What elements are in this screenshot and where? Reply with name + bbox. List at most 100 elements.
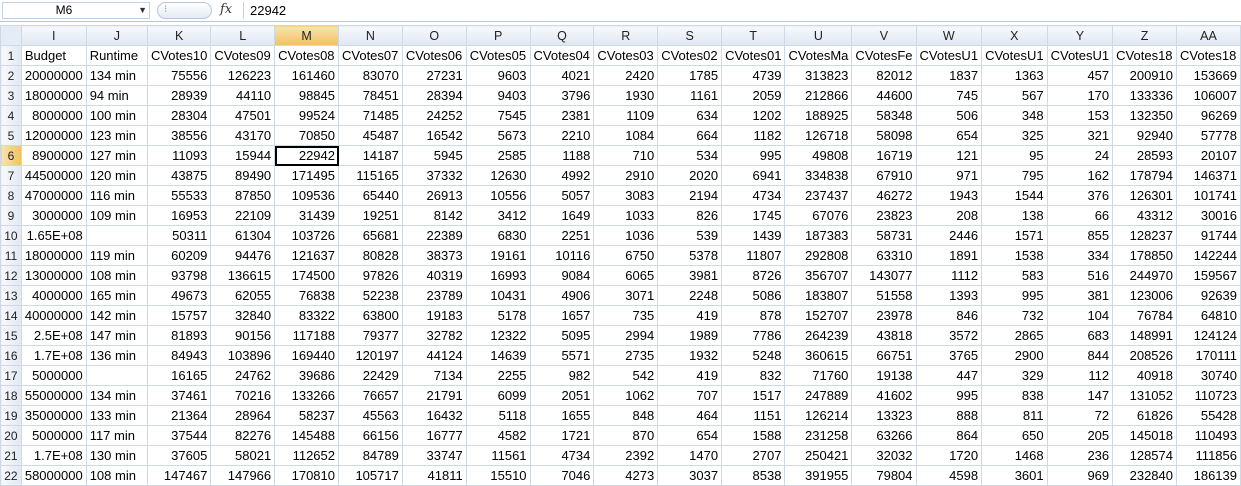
cell-i11[interactable]: 18000000 xyxy=(20,245,87,266)
cell-y1[interactable]: CVotesU1 xyxy=(1046,45,1114,66)
cell-p18[interactable]: 6099 xyxy=(465,385,531,406)
cell-j19[interactable]: 133 min xyxy=(85,405,148,426)
cell-t18[interactable]: 1517 xyxy=(721,385,786,406)
cell-k2[interactable]: 75556 xyxy=(146,65,212,86)
cell-aa4[interactable]: 96269 xyxy=(1176,105,1241,126)
cell-x19[interactable]: 811 xyxy=(981,405,1048,426)
cell-w6[interactable]: 121 xyxy=(915,145,983,166)
cell-s3[interactable]: 1161 xyxy=(657,85,723,106)
cell-u1[interactable]: CVotesMa xyxy=(784,45,853,66)
cell-w10[interactable]: 2446 xyxy=(915,225,983,246)
cell-y19[interactable]: 72 xyxy=(1046,405,1114,426)
cell-y11[interactable]: 334 xyxy=(1046,245,1114,266)
cell-z20[interactable]: 145018 xyxy=(1112,425,1177,446)
cell-r22[interactable]: 4273 xyxy=(593,465,659,486)
cell-m11[interactable]: 121637 xyxy=(274,245,339,266)
cell-l9[interactable]: 22109 xyxy=(210,205,276,226)
column-header-p[interactable]: P xyxy=(465,25,531,46)
cell-n16[interactable]: 120197 xyxy=(338,345,403,366)
cell-k11[interactable]: 60209 xyxy=(146,245,212,266)
cell-n10[interactable]: 65681 xyxy=(338,225,403,246)
select-all-corner[interactable] xyxy=(0,25,22,46)
cell-t16[interactable]: 5248 xyxy=(721,345,786,366)
cell-i15[interactable]: 2.5E+08 xyxy=(20,325,87,346)
cell-m18[interactable]: 133266 xyxy=(274,385,339,406)
column-header-r[interactable]: R xyxy=(593,25,659,46)
cell-l17[interactable]: 24762 xyxy=(210,365,276,386)
cell-p14[interactable]: 5178 xyxy=(465,305,531,326)
cell-s13[interactable]: 2248 xyxy=(657,285,723,306)
cell-z6[interactable]: 28593 xyxy=(1112,145,1177,166)
cell-n20[interactable]: 66156 xyxy=(338,425,403,446)
row-header[interactable]: 4 xyxy=(0,105,22,126)
cell-l13[interactable]: 62055 xyxy=(210,285,276,306)
cell-q7[interactable]: 4992 xyxy=(529,165,595,186)
cell-o11[interactable]: 38373 xyxy=(401,245,467,266)
cell-n17[interactable]: 22429 xyxy=(338,365,403,386)
cell-p5[interactable]: 5673 xyxy=(465,125,531,146)
chevron-down-icon[interactable]: ▼ xyxy=(138,3,147,18)
cell-t14[interactable]: 878 xyxy=(721,305,786,326)
cell-w16[interactable]: 3765 xyxy=(915,345,983,366)
cell-j5[interactable]: 123 min xyxy=(85,125,148,146)
cell-l16[interactable]: 103896 xyxy=(210,345,276,366)
cell-aa16[interactable]: 170111 xyxy=(1176,345,1241,366)
cell-j20[interactable]: 117 min xyxy=(85,425,148,446)
cell-o17[interactable]: 7134 xyxy=(401,365,467,386)
cell-aa5[interactable]: 57778 xyxy=(1176,125,1241,146)
cell-r5[interactable]: 1084 xyxy=(593,125,659,146)
cell-v3[interactable]: 44600 xyxy=(851,85,917,106)
cell-n5[interactable]: 45487 xyxy=(338,125,403,146)
cell-m21[interactable]: 112652 xyxy=(274,445,339,466)
cell-w12[interactable]: 1112 xyxy=(915,265,983,286)
cell-r12[interactable]: 6065 xyxy=(593,265,659,286)
cell-v1[interactable]: CVotesFe xyxy=(851,45,917,66)
column-header-q[interactable]: Q xyxy=(529,25,595,46)
cell-w13[interactable]: 1393 xyxy=(915,285,983,306)
cell-z9[interactable]: 43312 xyxy=(1112,205,1177,226)
cell-j10[interactable] xyxy=(85,225,148,246)
cell-k20[interactable]: 37544 xyxy=(146,425,212,446)
cell-i14[interactable]: 40000000 xyxy=(20,305,87,326)
column-header-v[interactable]: V xyxy=(851,25,917,46)
cell-z21[interactable]: 128574 xyxy=(1112,445,1177,466)
cell-p19[interactable]: 5118 xyxy=(465,405,531,426)
column-header-z[interactable]: Z xyxy=(1112,25,1177,46)
cell-u18[interactable]: 247889 xyxy=(784,385,853,406)
cell-q5[interactable]: 2210 xyxy=(529,125,595,146)
cell-n19[interactable]: 45563 xyxy=(338,405,403,426)
cell-x4[interactable]: 348 xyxy=(981,105,1048,126)
cell-x7[interactable]: 795 xyxy=(981,165,1048,186)
cell-n12[interactable]: 97826 xyxy=(338,265,403,286)
column-header-u[interactable]: U xyxy=(784,25,853,46)
cell-k13[interactable]: 49673 xyxy=(146,285,212,306)
cell-n3[interactable]: 78451 xyxy=(338,85,403,106)
cell-y4[interactable]: 153 xyxy=(1046,105,1114,126)
cell-n15[interactable]: 79377 xyxy=(338,325,403,346)
cell-l4[interactable]: 47501 xyxy=(210,105,276,126)
cell-aa17[interactable]: 30740 xyxy=(1176,365,1241,386)
cell-q6[interactable]: 1188 xyxy=(529,145,595,166)
cell-l7[interactable]: 89490 xyxy=(210,165,276,186)
cell-n11[interactable]: 80828 xyxy=(338,245,403,266)
cell-v10[interactable]: 58731 xyxy=(851,225,917,246)
cell-v16[interactable]: 66751 xyxy=(851,345,917,366)
cell-m19[interactable]: 58237 xyxy=(274,405,339,426)
cell-s7[interactable]: 2020 xyxy=(657,165,723,186)
cell-j16[interactable]: 136 min xyxy=(85,345,148,366)
column-header-m[interactable]: M xyxy=(274,25,339,46)
cell-k4[interactable]: 28304 xyxy=(146,105,212,126)
cell-s5[interactable]: 664 xyxy=(657,125,723,146)
cell-y9[interactable]: 66 xyxy=(1046,205,1114,226)
cell-x18[interactable]: 838 xyxy=(981,385,1048,406)
cell-z7[interactable]: 178794 xyxy=(1112,165,1177,186)
cell-m9[interactable]: 31439 xyxy=(274,205,339,226)
cell-s9[interactable]: 826 xyxy=(657,205,723,226)
cell-y10[interactable]: 855 xyxy=(1046,225,1114,246)
cell-x16[interactable]: 2900 xyxy=(981,345,1048,366)
cell-aa19[interactable]: 55428 xyxy=(1176,405,1241,426)
cell-x22[interactable]: 3601 xyxy=(981,465,1048,486)
cell-aa21[interactable]: 111856 xyxy=(1176,445,1241,466)
cell-p15[interactable]: 12322 xyxy=(465,325,531,346)
column-header-aa[interactable]: AA xyxy=(1176,25,1241,46)
